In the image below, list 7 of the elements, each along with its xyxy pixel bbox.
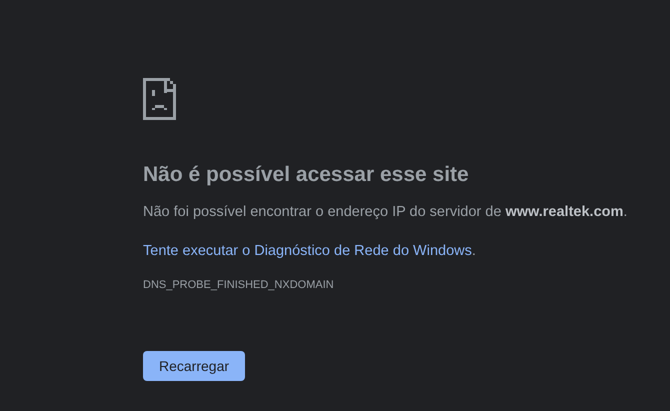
sad-page-icon xyxy=(143,78,176,120)
error-code: DNS_PROBE_FINISHED_NXDOMAIN xyxy=(143,278,334,292)
error-heading: Não é possível acessar esse site xyxy=(143,162,469,188)
diagnostics-link[interactable]: Tente executar o Diagnóstico de Rede do Windows xyxy=(143,243,472,259)
suggestion-text: Tente executar o Diagnóstico de Rede do Windows. xyxy=(143,242,476,261)
error-message: Não foi possível encontrar o endereço IP do servidor de www.realtek.com. xyxy=(143,203,628,222)
reload-button[interactable]: Recarregar xyxy=(143,351,246,381)
